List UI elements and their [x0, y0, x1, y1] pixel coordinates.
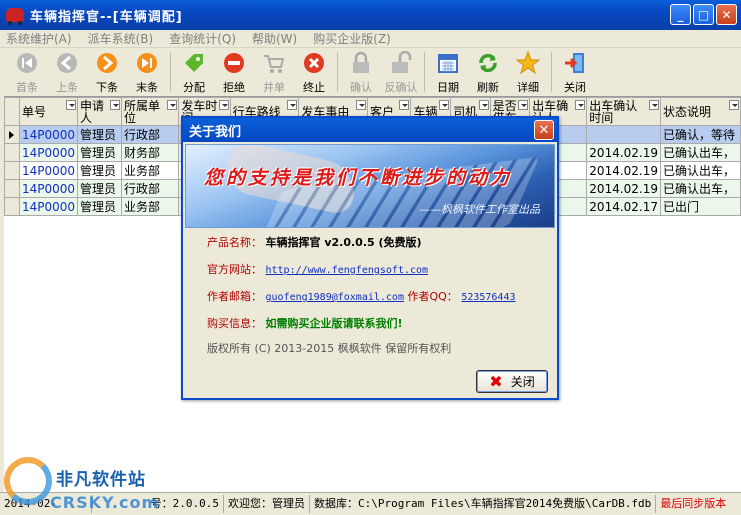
menu-buy-enterprise[interactable]: 购买企业版(Z)	[313, 30, 391, 47]
filter-dropdown-icon	[399, 100, 410, 110]
status-sync: 最后同步版本	[660, 497, 727, 510]
refresh-button[interactable]: 刷新	[469, 48, 507, 95]
product-name: 车辆指挥官 v2.0.0.5 (免费版)	[265, 236, 422, 249]
next-record-icon	[95, 51, 119, 75]
dialog-title: 关于我们	[189, 124, 242, 140]
row-indicator	[4, 125, 20, 144]
window-title: 车辆指挥官--[车辆调配]	[30, 9, 183, 25]
first-record-button[interactable]: 首条	[8, 48, 46, 95]
toolbar-separator	[170, 52, 171, 92]
menu-bar: 系统维护(A) 派车系统(B) 查询统计(Q) 帮助(W) 购买企业版(Z)	[0, 30, 741, 48]
close-x-icon: ✖	[489, 372, 503, 391]
toolbar-separator	[424, 52, 425, 92]
product-row: 产品名称： 车辆指挥官 v2.0.0.5 (免费版)	[207, 236, 422, 249]
detail-button[interactable]: 详细	[509, 48, 547, 95]
current-row-marker-icon	[9, 130, 14, 139]
toolbar: 首条 上条 下条 末条 分配 拒绝 并单 终止 确认 反确认 日期 刷新 详细 …	[0, 48, 741, 96]
website-link[interactable]: http://www.fengfengsoft.com	[266, 265, 429, 276]
terminate-button[interactable]: 终止	[295, 48, 333, 95]
last-record-icon	[135, 51, 159, 75]
maximize-button[interactable]: □	[693, 4, 714, 25]
filter-dropdown-icon	[66, 100, 77, 110]
dialog-close-x-button[interactable]: ✕	[534, 120, 554, 140]
close-window-button[interactable]: ✕	[716, 4, 737, 25]
refresh-icon	[476, 51, 500, 75]
filter-dropdown-icon	[518, 100, 529, 110]
minimize-button[interactable]: _	[670, 4, 691, 25]
first-record-icon	[15, 51, 39, 75]
last-record-button[interactable]: 末条	[128, 48, 166, 95]
about-dialog: 关于我们 ✕ 您的支持是我们不断进步的动力 ——枫枫软件工作室出品 产品名称： …	[181, 116, 559, 400]
filter-dropdown-icon	[167, 100, 178, 110]
website-row: 官方网站： http://www.fengfengsoft.com	[207, 263, 429, 276]
filter-dropdown-icon	[287, 100, 298, 110]
merge-button[interactable]: 并单	[255, 48, 293, 95]
filter-dropdown-icon	[729, 100, 739, 110]
car-app-icon	[6, 8, 24, 25]
watermark-en: CRSKY.com	[50, 493, 160, 512]
filter-dropdown-icon	[575, 100, 586, 110]
status-welcome: 欢迎您：管理员	[224, 495, 310, 513]
exit-door-icon	[563, 51, 587, 75]
qq-link[interactable]: 523576443	[461, 292, 515, 303]
banner-credit: ——枫枫软件工作室出品	[419, 203, 540, 216]
filter-dropdown-icon	[439, 100, 450, 110]
col-status[interactable]: 状态说明	[660, 97, 741, 126]
banner-slogan: 您的支持是我们不断进步的动力	[204, 167, 513, 189]
terminate-icon	[302, 51, 326, 75]
toolbar-separator	[551, 52, 552, 92]
menu-system-maintenance[interactable]: 系统维护(A)	[6, 30, 72, 47]
confirm-button[interactable]: 确认	[342, 48, 380, 95]
menu-dispatch-system[interactable]: 派车系统(B)	[88, 30, 154, 47]
previous-record-icon	[55, 51, 79, 75]
col-order-no[interactable]: 单号	[18, 97, 79, 126]
next-record-button[interactable]: 下条	[88, 48, 126, 95]
watermark-cn: 非凡软件站	[56, 470, 146, 490]
col-confirm-time[interactable]: 出车确认时间	[586, 97, 662, 126]
merge-cart-icon	[262, 51, 286, 75]
copyright: 版权所有 (C) 2013-2015 枫枫软件 保留所有权利	[207, 342, 452, 355]
filter-dropdown-icon	[356, 100, 367, 110]
menu-query-statistics[interactable]: 查询统计(Q)	[169, 30, 236, 47]
calendar-icon	[436, 51, 460, 75]
window-title-bar[interactable]: 车辆指挥官--[车辆调配] _ □ ✕	[0, 0, 741, 30]
col-department[interactable]: 所属单位	[120, 97, 180, 126]
row-indicator-header	[4, 97, 20, 126]
close-button[interactable]: 关闭	[556, 48, 594, 95]
dialog-close-button[interactable]: ✖ 关闭	[476, 370, 548, 393]
row-indicator	[4, 179, 20, 198]
row-indicator	[4, 143, 20, 162]
filter-dropdown-icon	[218, 100, 229, 110]
assign-tag-icon	[182, 51, 206, 75]
row-indicator	[4, 197, 20, 216]
toolbar-separator	[337, 52, 338, 92]
dialog-title-bar[interactable]: 关于我们	[183, 118, 557, 142]
menu-help[interactable]: 帮助(W)	[252, 30, 297, 47]
watermark-logo-icon	[4, 457, 52, 505]
row-indicator	[4, 161, 20, 180]
contact-row: 作者邮箱： guofeng1989@foxmail.com 作者QQ： 5235…	[207, 290, 516, 303]
star-icon	[516, 51, 540, 75]
purchase-info: 如需购买企业版请联系我们!	[265, 317, 403, 330]
status-database: 数据库：C:\Program Files\车辆指挥官2014免费版\CarDB.…	[310, 495, 657, 513]
col-applicant[interactable]: 申请人	[77, 97, 122, 126]
about-banner: 您的支持是我们不断进步的动力 ——枫枫软件工作室出品	[185, 144, 555, 228]
filter-dropdown-icon	[109, 100, 120, 110]
purchase-row: 购买信息： 如需购买企业版请联系我们!	[207, 317, 403, 330]
site-watermark: 非凡软件站 CRSKY.com	[0, 455, 160, 515]
reject-button[interactable]: 拒绝	[215, 48, 253, 95]
filter-dropdown-icon	[478, 100, 489, 110]
date-button[interactable]: 日期	[429, 48, 467, 95]
confirm-lock-icon	[349, 51, 373, 75]
assign-button[interactable]: 分配	[175, 48, 213, 95]
unconfirm-button[interactable]: 反确认	[382, 48, 420, 95]
email-link[interactable]: guofeng1989@foxmail.com	[266, 292, 404, 303]
unconfirm-lock-icon	[389, 51, 413, 75]
filter-dropdown-icon	[649, 100, 660, 110]
previous-record-button[interactable]: 上条	[48, 48, 86, 95]
reject-icon	[222, 51, 246, 75]
